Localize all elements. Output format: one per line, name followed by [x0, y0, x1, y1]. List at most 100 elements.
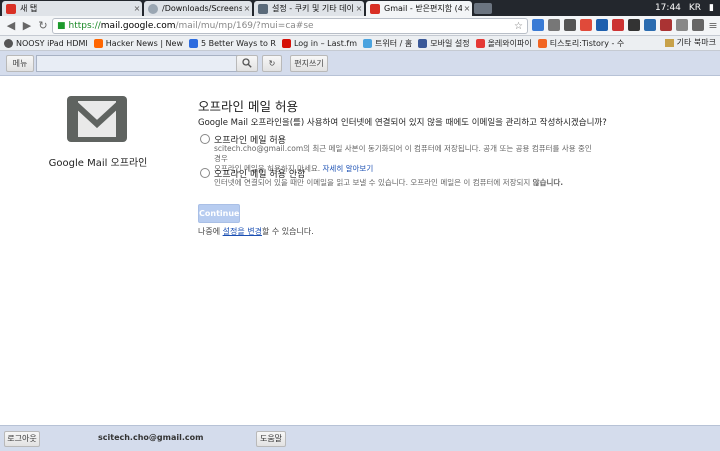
bookmark-hacker-news[interactable]: Hacker News | New	[93, 38, 183, 48]
compose-button[interactable]: 편지쓰기	[290, 55, 328, 72]
other-bookmarks-label: 기타 북마크	[676, 38, 716, 47]
extension-icon[interactable]	[612, 19, 624, 31]
twitter-icon	[362, 38, 372, 48]
url-scheme: https://	[68, 21, 101, 31]
tistory-icon	[537, 38, 547, 48]
bookmark-tistory[interactable]: 티스토리:Tistory - 수	[537, 38, 625, 49]
disallow-offline-desc: 인터넷에 연결되어 있을 때만 이메일을 읽고 보낼 수 있습니다. 오프라인 …	[214, 178, 533, 187]
bookmark-label: 5 Better Ways to R	[201, 38, 276, 48]
tab-new[interactable]: 새 탭 ×	[2, 1, 142, 16]
allow-offline-radio[interactable]	[200, 134, 210, 144]
refresh-icon: ↻	[268, 59, 276, 68]
logout-button[interactable]: 로그아웃	[4, 431, 40, 447]
extension-icon[interactable]	[564, 19, 576, 31]
tab-downloads[interactable]: /Downloads/Screenshots ×	[144, 1, 252, 16]
page-title: 오프라인 메일 허용	[198, 99, 298, 114]
offline-question: Google Mail 오프라인을(를) 사용하여 인터넷에 연결되어 있지 않…	[198, 118, 607, 128]
search-input[interactable]	[36, 55, 238, 72]
tab-label: 설정 - 쿠키 및 기타 데이터	[272, 4, 354, 13]
y-icon	[93, 38, 103, 48]
star-icon[interactable]: ☆	[514, 21, 523, 32]
bookmark-olleh-wifi[interactable]: 올레와이파이	[475, 38, 532, 49]
change-settings-later: 나중에 설정을 변경할 수 있습니다.	[198, 226, 314, 237]
bookmark-label: 트위터 / 홈	[374, 38, 413, 48]
refresh-button[interactable]: ↻	[262, 55, 282, 72]
gear-icon	[4, 38, 13, 48]
menu-button[interactable]: 메뉴	[6, 55, 34, 72]
address-bar[interactable]: ■ https:// mail.google.com /mail/mu/mp/1…	[52, 18, 528, 34]
bookmark-label: 모바일 설정	[430, 38, 470, 48]
wrench-icon[interactable]: ≡	[706, 19, 720, 32]
status-time: 17:44	[654, 3, 681, 13]
disallow-offline-desc-bold: 않습니다.	[532, 178, 564, 187]
facebook-icon	[418, 38, 428, 48]
extension-icon[interactable]	[596, 19, 608, 31]
wrench-icon	[258, 3, 268, 14]
search-button[interactable]	[236, 55, 258, 72]
bookmark-label: Hacker News | New	[105, 38, 183, 48]
learn-more-link[interactable]: 자세히 알아보기	[323, 164, 374, 173]
bookmark-label: Log in – Last.fm	[293, 38, 357, 48]
tab-label: 새 탭	[20, 4, 38, 13]
bookmark-label: NOOSY iPad HDMI	[16, 38, 88, 48]
change-settings-link[interactable]: 설정을 변경	[223, 227, 262, 236]
close-icon[interactable]: ×	[354, 4, 364, 13]
later-prefix: 나중에	[198, 227, 223, 236]
tab-label: /Downloads/Screenshots	[162, 4, 242, 13]
back-button[interactable]: ◀	[4, 19, 18, 32]
m-icon	[189, 38, 198, 48]
extension-icon[interactable]	[644, 19, 656, 31]
forward-button[interactable]: ▶	[20, 19, 34, 32]
extension-icon[interactable]	[660, 19, 672, 31]
disallow-offline-description: 인터넷에 연결되어 있을 때만 이메일을 읽고 보낼 수 있습니다. 오프라인 …	[214, 178, 594, 188]
gmail-footer: 로그아웃 scitech.cho@gmail.com 도움말	[0, 425, 720, 451]
gmail-icon	[6, 3, 16, 14]
bookmark-label: 티스토리:Tistory - 수	[549, 38, 625, 48]
extension-icon[interactable]	[580, 19, 592, 31]
app-name: Google Mail 오프라인	[48, 158, 148, 169]
url-host: mail.google.com	[100, 21, 176, 31]
globe-icon	[148, 3, 158, 14]
continue-button[interactable]: Continue	[198, 204, 240, 223]
allow-offline-desc-line1: scitech.cho@gmail.com의 최근 메일 사본이 동기화되어 이…	[214, 144, 592, 163]
status-locale: KR	[688, 3, 702, 13]
bookmark-label: 올레와이파이	[487, 38, 532, 48]
lastfm-icon	[281, 38, 291, 48]
extension-icon[interactable]	[628, 19, 640, 31]
later-suffix: 할 수 있습니다.	[261, 227, 314, 236]
new-tab-button[interactable]	[474, 3, 492, 14]
close-icon[interactable]: ×	[242, 4, 252, 13]
reload-button[interactable]: ↻	[36, 19, 50, 32]
browser-toolbar: ◀ ▶ ↻ ■ https:// mail.google.com /mail/m…	[0, 16, 720, 36]
bookmarks-bar: NOOSY iPad HDMI Hacker News | New 5 Bett…	[0, 36, 720, 51]
extension-icon[interactable]	[676, 19, 688, 31]
extension-icon[interactable]	[532, 19, 544, 31]
help-button[interactable]: 도움말	[256, 431, 286, 447]
gmail-icon	[370, 3, 380, 14]
tab-settings[interactable]: 설정 - 쿠키 및 기타 데이터 ×	[254, 1, 364, 16]
account-email: scitech.cho@gmail.com	[98, 433, 204, 442]
lock-icon: ■	[57, 21, 66, 31]
search-icon	[242, 58, 252, 68]
bookmark-mobile-settings[interactable]: 모바일 설정	[418, 38, 470, 49]
gmail-top-bar: 메뉴 ↻ 편지쓰기	[0, 51, 720, 76]
bookmark-twitter[interactable]: 트위터 / 홈	[362, 38, 413, 49]
close-icon[interactable]: ×	[132, 4, 142, 13]
tab-label: Gmail - 받은편지함 (443)	[384, 4, 462, 13]
tab-gmail[interactable]: Gmail - 받은편지함 (443) ×	[366, 1, 472, 16]
gmail-envelope-icon	[67, 96, 127, 142]
bookmark-noosy[interactable]: NOOSY iPad HDMI	[4, 38, 88, 48]
system-status: 17:44 KR ▮	[647, 0, 720, 16]
extension-icon[interactable]	[548, 19, 560, 31]
olleh-icon	[475, 38, 485, 48]
url-path: /mail/mu/mp/169/?mui=ca#se	[175, 21, 314, 31]
battery-icon: ▮	[709, 3, 714, 13]
close-icon[interactable]: ×	[462, 4, 472, 13]
folder-icon	[664, 38, 674, 47]
extension-icon[interactable]	[692, 19, 704, 31]
tab-strip: 새 탭 × /Downloads/Screenshots × 설정 - 쿠키 및…	[0, 0, 720, 16]
other-bookmarks[interactable]: 기타 북마크	[664, 37, 716, 48]
bookmark-lastfm[interactable]: Log in – Last.fm	[281, 38, 357, 48]
disallow-offline-radio[interactable]	[200, 168, 210, 178]
bookmark-better-ways[interactable]: 5 Better Ways to R	[189, 38, 276, 48]
